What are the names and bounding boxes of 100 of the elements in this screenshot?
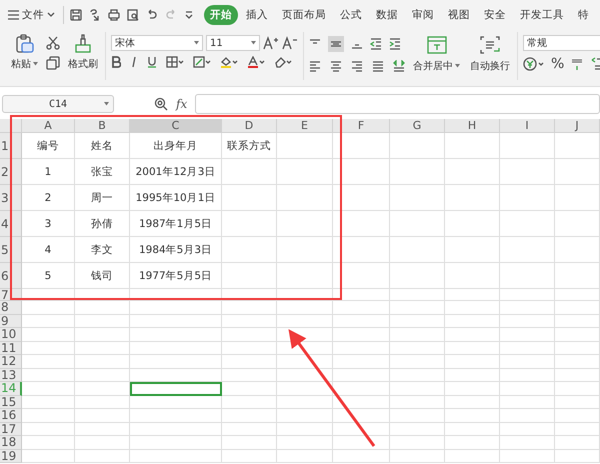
paste-button[interactable]: 粘贴 <box>9 32 40 73</box>
active-cell[interactable] <box>130 382 222 396</box>
name-box[interactable]: C14 <box>2 95 114 113</box>
table-cell: 编号 <box>22 133 75 159</box>
table-cell: 1987年1月5日 <box>130 211 222 237</box>
row-header[interactable]: 1 <box>0 133 22 159</box>
row-header[interactable]: 12 <box>0 355 22 368</box>
decrease-font-icon[interactable] <box>282 36 298 50</box>
export-icon[interactable] <box>89 9 101 21</box>
indent-increase-icon[interactable] <box>389 38 401 50</box>
column-header[interactable]: F <box>333 119 390 133</box>
eraser-icon[interactable] <box>274 56 292 68</box>
undo-icon[interactable] <box>146 9 158 21</box>
italic-icon[interactable] <box>130 56 138 68</box>
row-header[interactable]: 13 <box>0 368 22 382</box>
table-cell <box>555 159 600 185</box>
font-color-icon[interactable] <box>247 56 265 68</box>
column-header[interactable]: B <box>75 119 130 133</box>
distribute-icon[interactable] <box>393 60 405 72</box>
row-header[interactable]: 2 <box>0 159 22 185</box>
table-cell <box>222 422 277 436</box>
row-header[interactable]: 5 <box>0 237 22 263</box>
borders-icon[interactable] <box>166 56 184 68</box>
table-cell <box>277 301 333 314</box>
scissors-icon[interactable] <box>46 36 60 50</box>
row-header[interactable]: 8 <box>0 301 22 314</box>
thousands-separator-icon[interactable] <box>570 57 584 71</box>
print-preview-icon[interactable] <box>127 9 139 21</box>
column-header[interactable]: I <box>500 119 555 133</box>
brush-icon[interactable] <box>74 34 92 54</box>
row-header[interactable]: 15 <box>0 396 22 409</box>
save-icon[interactable] <box>70 9 82 21</box>
row-header[interactable]: 6 <box>0 263 22 289</box>
indent-decrease-icon[interactable] <box>370 38 382 50</box>
menu-tab[interactable]: 安全 <box>478 5 512 25</box>
column-header[interactable]: C <box>130 119 222 133</box>
menu-tab[interactable]: 插入 <box>240 5 274 25</box>
row-header[interactable]: 18 <box>0 436 22 450</box>
font-size-field[interactable]: 11 <box>206 35 260 51</box>
menu-tab[interactable]: 特 <box>572 5 595 25</box>
table-cell <box>333 289 390 301</box>
menu-tab[interactable]: 页面布局 <box>276 5 332 25</box>
column-header[interactable]: D <box>222 119 277 133</box>
table-cell <box>445 159 500 185</box>
table-cell <box>555 409 600 422</box>
column-header[interactable]: J <box>555 119 600 133</box>
increase-font-icon[interactable] <box>263 36 279 50</box>
underline-icon[interactable] <box>147 56 157 68</box>
row-header[interactable]: 4 <box>0 211 22 237</box>
table-cell <box>222 355 277 368</box>
menu-icon[interactable] <box>8 10 19 20</box>
print-icon[interactable] <box>108 9 120 21</box>
row-header[interactable]: 11 <box>0 342 22 355</box>
file-menu[interactable]: 文件 <box>6 6 57 24</box>
menu-tab[interactable]: 开发工具 <box>514 5 570 25</box>
zoom-icon[interactable] <box>154 97 168 111</box>
row-header[interactable]: 19 <box>0 450 22 463</box>
wrap-text-button[interactable]: 自动换行 <box>468 32 512 75</box>
row-header[interactable]: 10 <box>0 328 22 342</box>
merge-center-button[interactable]: 合并居中 <box>411 32 462 75</box>
format-painter-button[interactable]: 格式刷 <box>66 32 100 73</box>
column-header[interactable]: H <box>445 119 500 133</box>
row-header[interactable]: 9 <box>0 314 22 328</box>
number-format-field[interactable]: 常规 <box>523 35 600 51</box>
copy-icon[interactable] <box>46 56 60 70</box>
table-cell: 出身年月 <box>130 133 222 159</box>
align-right-icon[interactable] <box>351 60 363 72</box>
table-cell: 联系方式 <box>222 133 277 159</box>
menu-tab[interactable]: 开始 <box>204 5 238 25</box>
justify-icon[interactable] <box>372 60 384 72</box>
table-cell <box>75 301 130 314</box>
clipboard-icon[interactable] <box>16 34 34 54</box>
dropdown-icon[interactable] <box>184 11 194 19</box>
align-center-icon[interactable] <box>330 60 342 72</box>
column-header[interactable]: E <box>277 119 333 133</box>
menu-tab[interactable]: 数据 <box>370 5 404 25</box>
row-header[interactable]: 3 <box>0 185 22 211</box>
table-cell <box>277 382 333 396</box>
increase-decimal-icon[interactable] <box>590 57 600 71</box>
menu-tab[interactable]: 审阅 <box>406 5 440 25</box>
row-header[interactable]: 16 <box>0 409 22 422</box>
fill-format-icon[interactable] <box>193 56 211 68</box>
menu-tab[interactable]: 视图 <box>442 5 476 25</box>
merge-cells-icon[interactable] <box>426 36 446 54</box>
menu-tab[interactable]: 公式 <box>334 5 368 25</box>
bold-icon[interactable] <box>111 56 121 68</box>
chevron-icon[interactable] <box>47 12 55 18</box>
currency-icon[interactable] <box>523 57 545 71</box>
fill-color-icon[interactable] <box>220 56 238 68</box>
table-cell <box>445 355 500 368</box>
column-header[interactable]: G <box>390 119 445 133</box>
formula-input[interactable] <box>195 94 600 114</box>
column-header[interactable]: A <box>22 119 75 133</box>
percent-button[interactable]: % <box>551 56 564 72</box>
function-label[interactable]: fx <box>176 97 188 111</box>
row-header[interactable]: 17 <box>0 422 22 436</box>
select-all-corner[interactable] <box>0 119 22 133</box>
font-name-field[interactable]: 宋体 <box>111 35 203 51</box>
wrap-text-icon[interactable] <box>480 36 500 54</box>
align-left-icon[interactable] <box>309 60 321 72</box>
